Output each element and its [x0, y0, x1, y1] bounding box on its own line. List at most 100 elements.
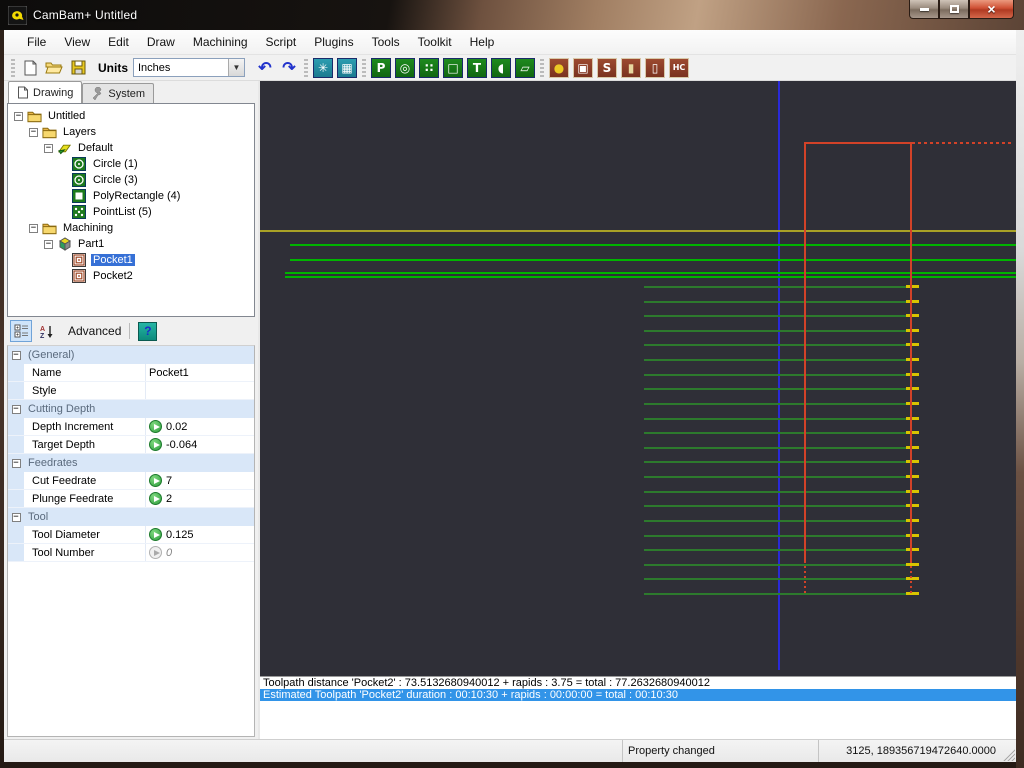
menu-help[interactable]: Help — [461, 31, 504, 53]
maximize-button[interactable] — [939, 0, 969, 19]
menu-tools[interactable]: Tools — [363, 31, 409, 53]
property-name: Plunge Feedrate — [24, 490, 146, 507]
category-expander[interactable]: − — [12, 513, 21, 522]
tab-system[interactable]: System — [82, 83, 154, 103]
property-value[interactable]: 0 — [146, 544, 254, 561]
tree-item-circle-3-[interactable]: Circle (3) — [8, 172, 254, 188]
property-name: Style — [24, 382, 146, 399]
tree-item-label: Pocket2 — [91, 270, 135, 282]
polyline-icon[interactable]: P — [370, 57, 392, 78]
grid-icon[interactable]: ▦ — [336, 57, 358, 78]
tree-item-machining[interactable]: −Machining — [8, 220, 254, 236]
tree-expander[interactable]: − — [44, 240, 53, 249]
menu-toolkit[interactable]: Toolkit — [409, 31, 461, 53]
property-row-name[interactable]: NamePocket1 — [8, 364, 254, 382]
tree-item-polyrectangle-4-[interactable]: PolyRectangle (4) — [8, 188, 254, 204]
lathe-op-icon[interactable]: ▮ — [620, 57, 642, 78]
property-value-text: 0.02 — [166, 421, 187, 433]
category-expander[interactable]: − — [12, 351, 21, 360]
advanced-button[interactable]: Advanced — [68, 324, 121, 338]
property-row-tool-diameter[interactable]: Tool Diameter0.125 — [8, 526, 254, 544]
property-row-depth-increment[interactable]: Depth Increment0.02 — [8, 418, 254, 436]
rapid-dash — [906, 475, 919, 478]
tree-expander[interactable]: − — [29, 224, 38, 233]
tree-item-default[interactable]: −Default — [8, 140, 254, 156]
property-row-cut-feedrate[interactable]: Cut Feedrate7 — [8, 472, 254, 490]
open-file-icon[interactable] — [43, 57, 65, 78]
tree-item-untitled[interactable]: −Untitled — [8, 108, 254, 124]
tree-item-part1[interactable]: −Part1 — [8, 236, 254, 252]
draw-text-icon: T — [467, 58, 487, 78]
tab-drawing[interactable]: Drawing — [8, 81, 82, 103]
rapid-dash — [906, 490, 919, 493]
close-button[interactable]: × — [969, 0, 1014, 19]
draw-surface-icon[interactable]: ◖ — [490, 57, 512, 78]
new-file-icon[interactable] — [19, 57, 41, 78]
property-value[interactable]: 7 — [146, 472, 254, 489]
category-expander[interactable]: − — [12, 459, 21, 468]
tree-expander[interactable]: − — [14, 112, 23, 121]
menu-machining[interactable]: Machining — [184, 31, 257, 53]
property-category--general-[interactable]: −(General) — [8, 346, 254, 364]
menu-view[interactable]: View — [55, 31, 99, 53]
tree-item-layers[interactable]: −Layers — [8, 124, 254, 140]
redo-icon[interactable]: ↷ — [278, 57, 300, 78]
property-value[interactable] — [146, 382, 254, 399]
minimize-button[interactable] — [909, 0, 939, 19]
log-message[interactable]: Toolpath distance 'Pocket2' : 73.5132680… — [260, 677, 1016, 689]
pocket-op-icon[interactable]: ▣ — [572, 57, 594, 78]
menu-draw[interactable]: Draw — [138, 31, 184, 53]
property-row-plunge-feedrate[interactable]: Plunge Feedrate2 — [8, 490, 254, 508]
units-combobox[interactable]: Inches▼ — [133, 58, 245, 77]
property-value[interactable]: Pocket1 — [146, 364, 254, 381]
tree-expander[interactable]: − — [44, 144, 53, 153]
property-value[interactable]: 0.125 — [146, 526, 254, 543]
categorized-view-button[interactable] — [10, 320, 32, 342]
log-message[interactable]: Estimated Toolpath 'Pocket2' duration : … — [260, 689, 1016, 701]
engrave-op-icon[interactable]: S — [596, 57, 618, 78]
draw-circle-icon[interactable]: ◎ — [394, 57, 416, 78]
property-category-tool[interactable]: −Tool — [8, 508, 254, 526]
tree-expander[interactable]: − — [29, 128, 38, 137]
category-label: Feedrates — [24, 454, 78, 472]
property-row-tool-number[interactable]: Tool Number0 — [8, 544, 254, 562]
draw-point-icon[interactable]: ✳ — [312, 57, 334, 78]
help-button[interactable]: ? — [138, 322, 157, 341]
toolbar-separator — [129, 323, 130, 339]
resize-grip[interactable] — [1001, 747, 1015, 761]
menu-edit[interactable]: Edit — [99, 31, 138, 53]
property-value[interactable]: -0.064 — [146, 436, 254, 453]
draw-pointlist-icon[interactable]: ∷ — [418, 57, 440, 78]
gcode-op-icon[interactable]: HC — [668, 57, 690, 78]
tree-item-pocket2[interactable]: Pocket2 — [8, 268, 254, 284]
rapid-dash — [906, 387, 919, 390]
property-row-style[interactable]: Style — [8, 382, 254, 400]
category-expander[interactable]: − — [12, 405, 21, 414]
profile-op-icon[interactable]: ▯ — [644, 57, 666, 78]
menu-plugins[interactable]: Plugins — [305, 31, 362, 53]
undo-icon[interactable]: ↶ — [254, 57, 276, 78]
draw-solid-icon[interactable]: ▱ — [514, 57, 536, 78]
toolbar-grip — [362, 59, 366, 77]
toolpath-line-dark — [644, 344, 910, 346]
tree-item-circle-1-[interactable]: Circle (1) — [8, 156, 254, 172]
save-file-icon[interactable] — [67, 57, 89, 78]
tree-item-pointlist-5-[interactable]: PointList (5) — [8, 204, 254, 220]
wrench-icon — [91, 87, 104, 100]
draw-text-icon[interactable]: T — [466, 57, 488, 78]
window-right-border — [1016, 30, 1024, 768]
property-row-target-depth[interactable]: Target Depth-0.064 — [8, 436, 254, 454]
tree-item-pocket1[interactable]: Pocket1 — [8, 252, 254, 268]
property-category-feedrates[interactable]: −Feedrates — [8, 454, 254, 472]
drill-op-icon[interactable]: ● — [548, 57, 570, 78]
menu-file[interactable]: File — [18, 31, 55, 53]
draw-rectangle-icon[interactable]: □ — [442, 57, 464, 78]
drawing-canvas[interactable] — [260, 81, 1016, 676]
property-category-cutting-depth[interactable]: −Cutting Depth — [8, 400, 254, 418]
category-gutter: − — [8, 346, 24, 364]
alphabetical-sort-button[interactable]: AZ — [36, 320, 58, 342]
stock-outline-top — [804, 142, 912, 144]
property-value[interactable]: 2 — [146, 490, 254, 507]
menu-script[interactable]: Script — [257, 31, 306, 53]
property-value[interactable]: 0.02 — [146, 418, 254, 435]
